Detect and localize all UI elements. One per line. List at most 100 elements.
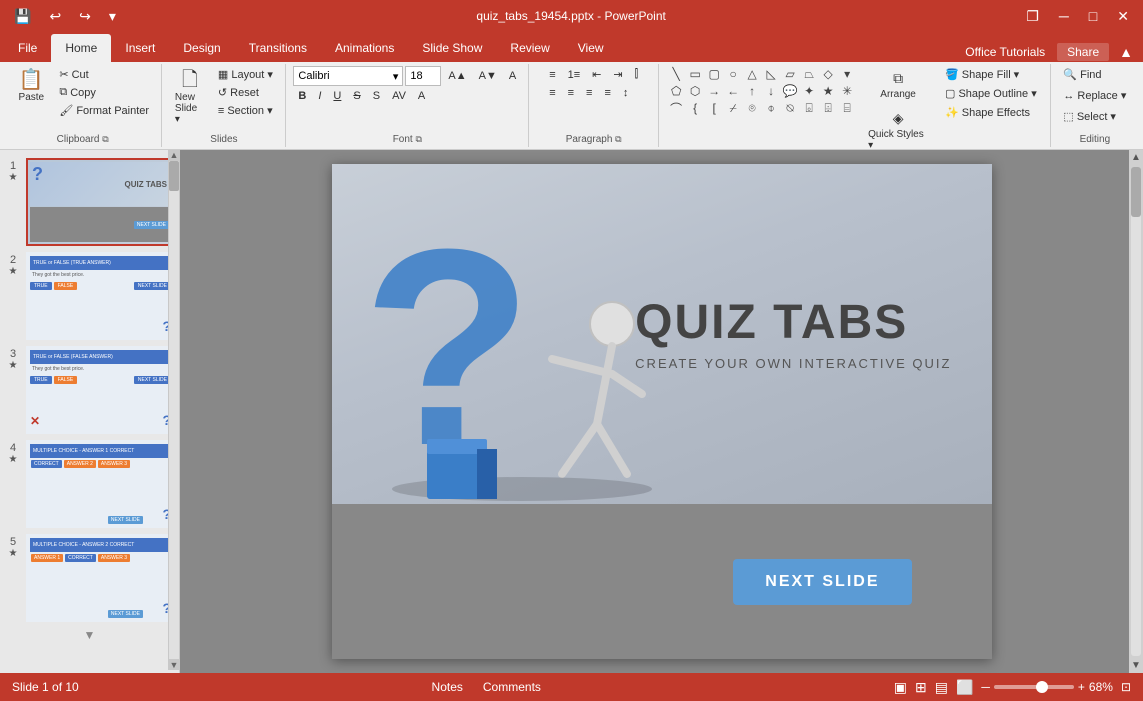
tab-slideshow[interactable]: Slide Show	[408, 34, 496, 62]
bullets-button[interactable]: ≡	[544, 67, 560, 83]
next-slide-button[interactable]: NEXT SLIDE	[733, 559, 911, 605]
shape-outline-button[interactable]: ▢ Shape Outline ▾	[940, 85, 1042, 102]
tab-transitions[interactable]: Transitions	[235, 34, 321, 62]
share-button[interactable]: Share	[1057, 43, 1109, 61]
shape-custom6[interactable]: ⌹	[819, 100, 837, 116]
align-center-button[interactable]: ≡	[563, 85, 579, 101]
scroll-thumb-right[interactable]	[1131, 167, 1141, 217]
shape-custom3[interactable]: ⌽	[762, 100, 780, 116]
decrease-font-button[interactable]: A▼	[474, 68, 502, 84]
tab-review[interactable]: Review	[496, 34, 563, 62]
tab-insert[interactable]: Insert	[111, 34, 169, 62]
reset-button[interactable]: ↺ Reset	[213, 84, 278, 101]
arrange-button[interactable]: ⧉ Arrange	[863, 66, 933, 104]
slide-thumb-1[interactable]: QUIZ TABS ? NEXT SLIDE	[26, 158, 175, 246]
close-button[interactable]: ✕	[1111, 6, 1135, 27]
replace-button[interactable]: ↔ Replace ▾	[1058, 87, 1131, 104]
shape-arrow-right[interactable]: →	[705, 83, 723, 99]
shape-hexagon[interactable]: ⬡	[686, 83, 704, 99]
customize-qat-button[interactable]: ▾	[103, 6, 122, 27]
zoom-minus-btn[interactable]: ─	[981, 680, 990, 694]
tab-file[interactable]: File	[4, 34, 51, 62]
shape-more[interactable]: ▾	[838, 66, 856, 82]
copy-button[interactable]: ⧉ Copy	[54, 84, 154, 101]
font-size-selector[interactable]: 18	[405, 66, 441, 86]
increase-font-button[interactable]: A▲	[443, 68, 471, 84]
slide-thumb-3[interactable]: TRUE or FALSE (FALSE ANSWER) They got th…	[26, 346, 175, 434]
restore-button[interactable]: ❐	[1020, 6, 1045, 27]
scroll-up-btn[interactable]: ▲	[1129, 150, 1143, 165]
shape-trapezoid[interactable]: ⏢	[800, 66, 818, 82]
tab-design[interactable]: Design	[169, 34, 234, 62]
undo-button[interactable]: ↩	[43, 6, 67, 27]
zoom-plus-btn[interactable]: +	[1078, 680, 1085, 694]
decrease-indent-button[interactable]: ⇤	[587, 66, 606, 83]
shadow-button[interactable]: S	[368, 88, 385, 104]
shape-arc[interactable]: ⌒	[667, 100, 685, 116]
strikethrough-button[interactable]: S	[348, 88, 365, 104]
shape-callout[interactable]: 💬	[781, 83, 799, 99]
shape-diamond[interactable]: ◇	[819, 66, 837, 82]
shape-brace[interactable]: {	[686, 100, 704, 116]
reading-view-icon[interactable]: ▤	[935, 679, 948, 696]
font-family-selector[interactable]: Calibri ▾	[293, 66, 403, 86]
shape-effects-button[interactable]: ✨ Shape Effects	[940, 104, 1042, 121]
italic-button[interactable]: I	[313, 88, 326, 104]
font-color-button[interactable]: A	[413, 88, 430, 104]
cut-button[interactable]: ✂ Cut	[54, 66, 154, 83]
shape-parallelogram[interactable]: ▱	[781, 66, 799, 82]
scroll-up-arrow[interactable]: ▲	[170, 150, 179, 160]
shape-star8[interactable]: ✳	[838, 83, 856, 99]
select-button[interactable]: ⬚ Select ▾	[1058, 108, 1121, 125]
shape-star5[interactable]: ★	[819, 83, 837, 99]
slide-thumb-5[interactable]: MULTIPLE CHOICE - ANSWER 2 CORRECT ANSWE…	[26, 534, 175, 622]
scroll-down-btn[interactable]: ▼	[1129, 658, 1143, 673]
tab-home[interactable]: Home	[51, 34, 111, 62]
zoom-slider[interactable]	[994, 685, 1074, 689]
minimize-button[interactable]: ─	[1053, 6, 1075, 26]
quick-styles-button[interactable]: ◈ Quick Styles ▾	[863, 106, 933, 155]
new-slide-button[interactable]: 🗋 NewSlide ▾	[170, 66, 210, 129]
slide-thumb-4[interactable]: MULTIPLE CHOICE - ANSWER 1 CORRECT CORRE…	[26, 440, 175, 528]
section-button[interactable]: ≡ Section ▾	[213, 102, 278, 119]
ribbon-collapse-button[interactable]: ▲	[1113, 42, 1139, 62]
scroll-down-arrow[interactable]: ▼	[170, 660, 179, 670]
line-spacing-button[interactable]: ↕	[618, 85, 634, 101]
shape-arrow-up[interactable]: ↑	[743, 83, 761, 99]
tab-animations[interactable]: Animations	[321, 34, 408, 62]
comments-button[interactable]: Comments	[483, 680, 541, 694]
shape-bracket[interactable]: [	[705, 100, 723, 116]
shape-custom2[interactable]: ⌾	[743, 100, 761, 116]
shape-oval[interactable]: ○	[724, 66, 742, 82]
tab-view[interactable]: View	[564, 34, 618, 62]
shape-custom4[interactable]: ⍉	[781, 100, 799, 116]
shape-star4[interactable]: ✦	[800, 83, 818, 99]
numbering-button[interactable]: 1≡	[563, 67, 586, 83]
redo-button[interactable]: ↪	[73, 6, 97, 27]
columns-button[interactable]: ⫿	[630, 66, 644, 83]
shape-custom5[interactable]: ⌻	[800, 100, 818, 116]
slide-thumb-2[interactable]: TRUE or FALSE (TRUE ANSWER) They got the…	[26, 252, 175, 340]
underline-button[interactable]: U	[328, 88, 346, 104]
shape-custom7[interactable]: ⌸	[838, 100, 856, 116]
justify-button[interactable]: ≡	[599, 85, 615, 101]
shape-custom1[interactable]: ⌿	[724, 100, 742, 116]
align-left-button[interactable]: ≡	[544, 85, 560, 101]
clear-format-button[interactable]: A	[504, 68, 521, 84]
shape-rect[interactable]: ▭	[686, 66, 704, 82]
bold-button[interactable]: B	[293, 88, 311, 104]
save-button[interactable]: 💾	[8, 6, 37, 27]
panel-scroll-down[interactable]: ▼	[4, 628, 175, 642]
notes-button[interactable]: Notes	[432, 680, 463, 694]
shape-arrow-left[interactable]: ←	[724, 83, 742, 99]
shape-pentagon[interactable]: ⬠	[667, 83, 685, 99]
office-tutorials-link[interactable]: Office Tutorials	[957, 43, 1053, 61]
shape-fill-button[interactable]: 🪣 Shape Fill ▾	[940, 66, 1042, 83]
shape-right-triangle[interactable]: ◺	[762, 66, 780, 82]
shape-line[interactable]: ╲	[667, 66, 685, 82]
layout-button[interactable]: ▦ Layout ▾	[213, 66, 278, 83]
increase-indent-button[interactable]: ⇥	[608, 66, 627, 83]
shape-arrow-down[interactable]: ↓	[762, 83, 780, 99]
paste-button[interactable]: 📋 Paste	[11, 66, 51, 107]
shape-roundrect[interactable]: ▢	[705, 66, 723, 82]
